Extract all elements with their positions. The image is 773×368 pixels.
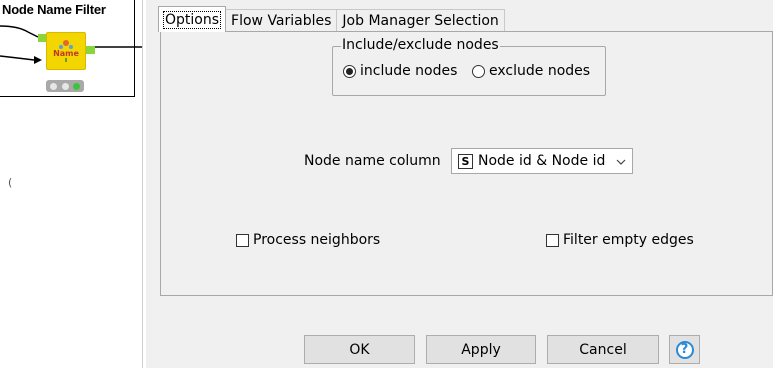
- input-port-icon: [38, 34, 46, 42]
- node-name-column-value: Node id & Node id: [478, 153, 606, 169]
- help-button[interactable]: ?: [669, 335, 700, 364]
- cancel-button[interactable]: Cancel: [547, 335, 659, 364]
- include-exclude-group: Include/exclude nodes include nodes excl…: [332, 37, 606, 96]
- radio-unselected-icon[interactable]: [472, 64, 485, 78]
- tab-options-label: Options: [162, 10, 222, 29]
- ok-button[interactable]: OK: [304, 335, 415, 364]
- tab-options[interactable]: Options: [158, 6, 227, 32]
- include-exclude-legend: Include/exclude nodes: [341, 37, 500, 53]
- svg-text:Name: Name: [53, 49, 79, 58]
- tab-flow-variables-label: Flow Variables: [231, 13, 332, 29]
- tab-job-manager-selection[interactable]: Job Manager Selection: [336, 9, 505, 32]
- process-neighbors-checkbox[interactable]: Process neighbors: [236, 232, 380, 248]
- canvas-fragment-text: (: [8, 176, 13, 189]
- filter-empty-edges-checkbox[interactable]: Filter empty edges: [546, 232, 694, 248]
- checkbox-box-icon[interactable]: [236, 233, 249, 247]
- connection-line-in-1: [0, 25, 39, 38]
- node-filter-icon: Name: [53, 40, 79, 62]
- node-name-column-select[interactable]: S Node id & Node id: [451, 148, 633, 174]
- node-status-traffic-light: [46, 80, 84, 92]
- node-name-filter-node[interactable]: Name: [46, 32, 86, 70]
- tab-bar: Options Flow Variables Job Manager Selec…: [158, 6, 505, 32]
- include-nodes-label: include nodes: [360, 63, 458, 79]
- apply-button[interactable]: Apply: [426, 335, 536, 364]
- node-configuration-dialog: Options Flow Variables Job Manager Selec…: [146, 0, 773, 368]
- tab-job-manager-selection-label: Job Manager Selection: [342, 13, 499, 29]
- string-type-icon: S: [458, 153, 473, 169]
- status-light-red: [50, 82, 58, 90]
- checkbox-box-icon[interactable]: [546, 233, 559, 247]
- output-port-icon: [86, 46, 95, 54]
- workflow-canvas: Node Name Filter Name (: [0, 0, 143, 368]
- include-nodes-radio[interactable]: include nodes: [343, 63, 457, 79]
- node-name-column-label: Node name column: [304, 153, 441, 169]
- filter-empty-edges-label: Filter empty edges: [563, 232, 694, 248]
- tab-flow-variables[interactable]: Flow Variables: [225, 9, 338, 32]
- input-port-arrow-icon: [34, 56, 42, 64]
- options-panel: Include/exclude nodes include nodes excl…: [160, 31, 773, 296]
- exclude-nodes-radio[interactable]: exclude nodes: [472, 63, 590, 79]
- exclude-nodes-label: exclude nodes: [489, 63, 591, 79]
- status-light-yellow: [61, 82, 69, 90]
- radio-selected-icon[interactable]: [343, 64, 356, 78]
- process-neighbors-label: Process neighbors: [253, 232, 381, 248]
- status-light-green: [72, 82, 80, 90]
- chevron-down-icon[interactable]: [616, 154, 626, 168]
- connection-line-in-2: [0, 55, 35, 61]
- help-icon: ?: [675, 340, 694, 359]
